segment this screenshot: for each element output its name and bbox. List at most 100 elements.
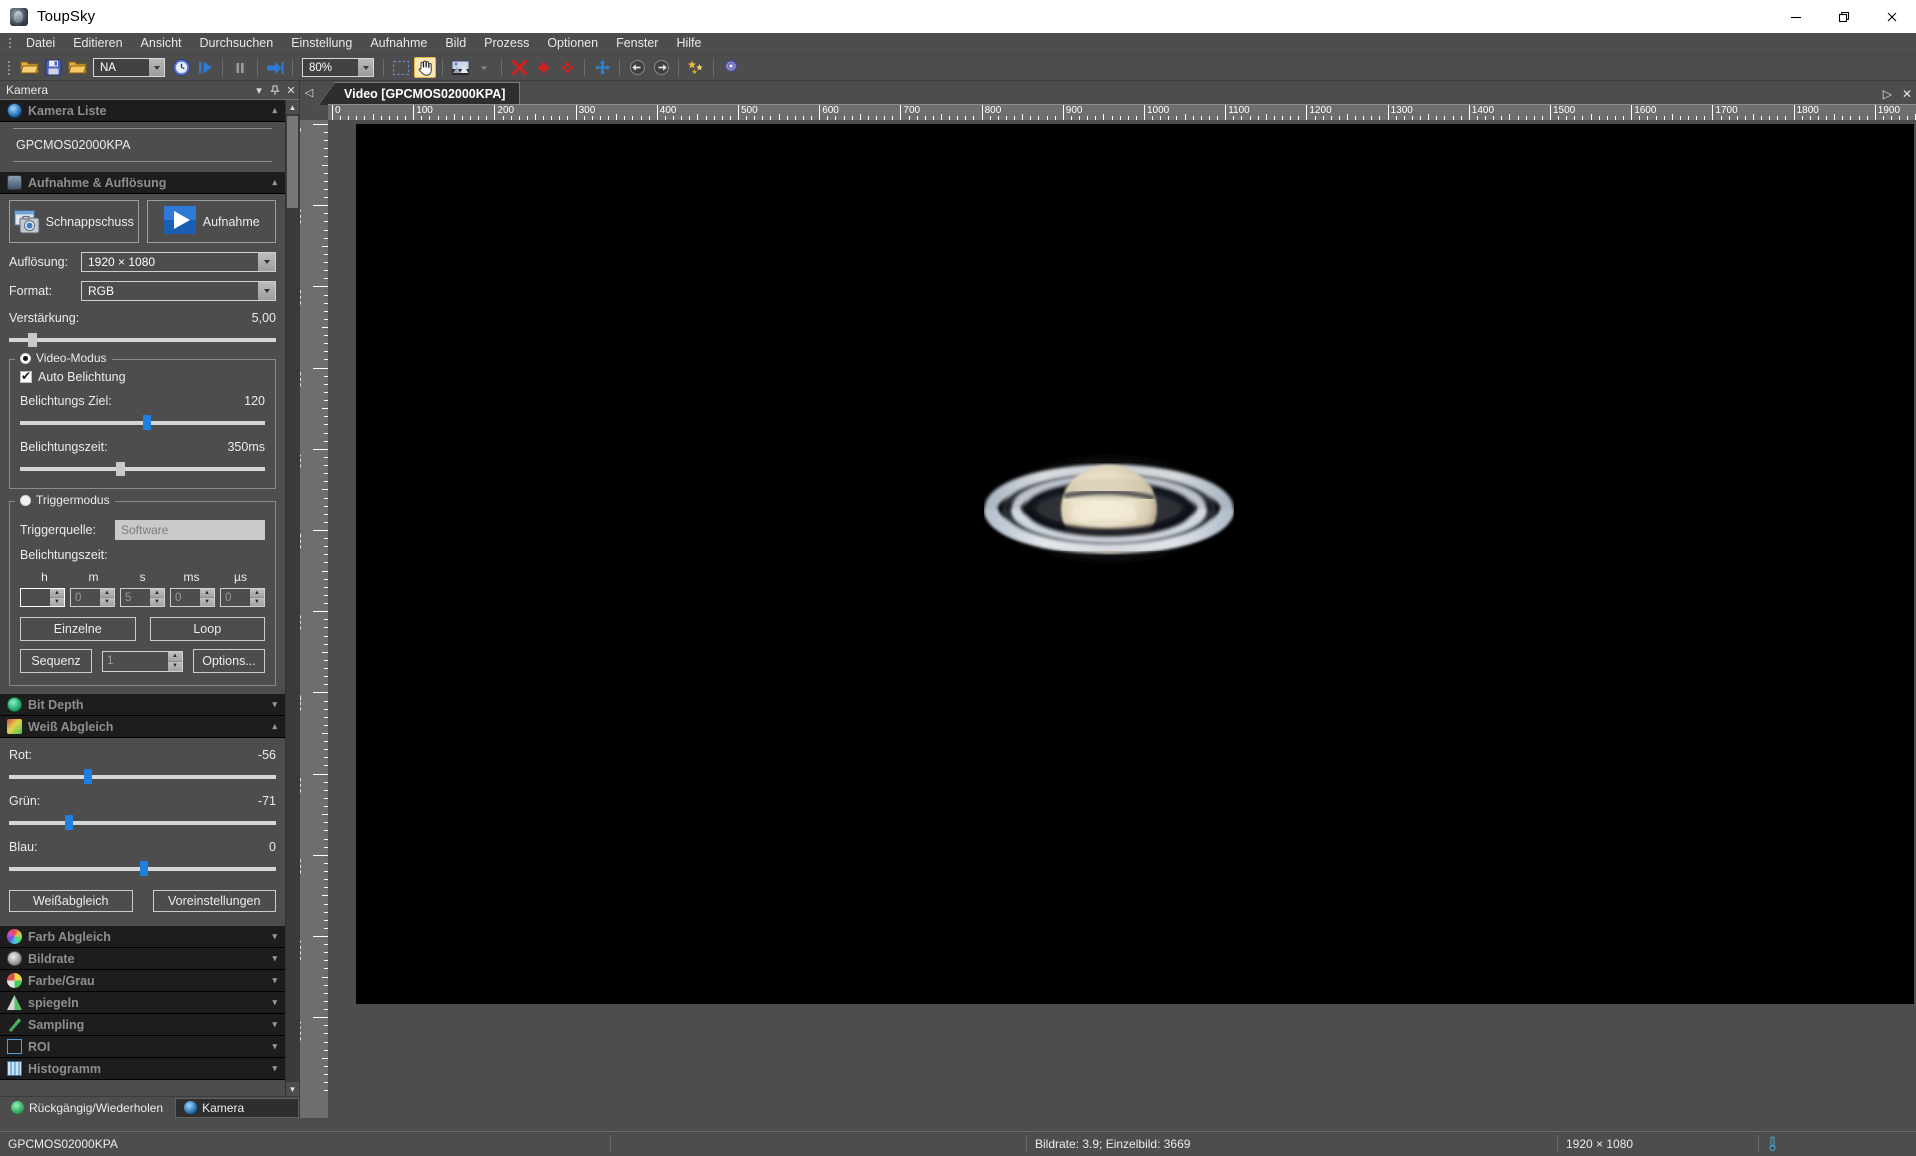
- group-header-white-balance[interactable]: Weiß Abgleich ▴: [0, 716, 285, 738]
- menu-ansicht[interactable]: Ansicht: [132, 33, 191, 54]
- rotate-right-icon[interactable]: [650, 57, 672, 78]
- chevron-down-icon[interactable]: ▾: [272, 699, 277, 710]
- chevron-up-icon[interactable]: ▴: [272, 177, 277, 188]
- scroll-up-button[interactable]: ▲: [286, 100, 299, 114]
- menu-einstellung[interactable]: Einstellung: [282, 33, 361, 54]
- group-header-histogramm[interactable]: Histogramm ▾: [0, 1058, 285, 1080]
- slider-knob[interactable]: [84, 769, 92, 784]
- auto-exposure-checkbox[interactable]: [20, 371, 32, 383]
- group-header-bildrate[interactable]: Bildrate ▾: [0, 948, 285, 970]
- dropdown-caret-icon[interactable]: [473, 57, 495, 78]
- spinner-hours[interactable]: ▲▼: [20, 588, 65, 607]
- options-button[interactable]: Options...: [193, 649, 265, 673]
- spinner-minutes[interactable]: 0 ▲▼: [70, 588, 115, 607]
- auto-exposure-row[interactable]: Auto Belichtung: [20, 370, 265, 384]
- group-header-spiegeln[interactable]: spiegeln ▾: [0, 992, 285, 1014]
- menu-editieren[interactable]: Editieren: [64, 33, 131, 54]
- video-mode-radio[interactable]: [20, 353, 31, 364]
- chevron-up-icon[interactable]: ▴: [272, 721, 277, 732]
- hand-pan-icon[interactable]: [414, 57, 436, 78]
- chevron-down-icon[interactable]: ▾: [251, 82, 267, 98]
- chevron-down-icon[interactable]: [149, 59, 164, 76]
- spinner-arrows[interactable]: ▲▼: [150, 589, 164, 606]
- slider-knob[interactable]: [116, 462, 125, 476]
- trigger-mode-radio[interactable]: [20, 495, 31, 506]
- slider-knob[interactable]: [65, 815, 73, 830]
- camera-select-combo[interactable]: NA: [93, 58, 165, 77]
- spinner-seconds[interactable]: 5 ▲▼: [120, 588, 165, 607]
- rotate-left-icon[interactable]: [626, 57, 648, 78]
- menu-fenster[interactable]: Fenster: [607, 33, 667, 54]
- menu-datei[interactable]: Datei: [17, 33, 64, 54]
- scrollbar-thumb[interactable]: [287, 116, 298, 208]
- camera-list-item[interactable]: GPCMOS02000KPA: [9, 133, 276, 157]
- loop-capture-button[interactable]: Loop: [150, 617, 266, 641]
- zoom-level-combo[interactable]: 80%: [302, 58, 374, 77]
- red-x-delete-icon[interactable]: [508, 57, 530, 78]
- blue-slider[interactable]: [9, 862, 276, 876]
- chevron-down-icon[interactable]: [258, 253, 275, 271]
- blue-move-arrows-icon[interactable]: [591, 57, 613, 78]
- format-select[interactable]: RGB: [81, 281, 276, 301]
- chevron-down-icon[interactable]: [358, 59, 373, 76]
- exposure-time-slider[interactable]: [20, 462, 265, 476]
- menu-prozess[interactable]: Prozess: [475, 33, 538, 54]
- spinner-microseconds[interactable]: 0 ▲▼: [220, 588, 265, 607]
- group-header-sampling[interactable]: Sampling ▾: [0, 1014, 285, 1036]
- blue-gear-icon[interactable]: [720, 57, 742, 78]
- dock-tab-undo-redo[interactable]: Rückgängig/Wiederholen: [3, 1098, 171, 1118]
- clock-icon[interactable]: [170, 57, 192, 78]
- scroll-down-button[interactable]: ▼: [286, 1082, 299, 1096]
- vertical-ruler[interactable]: 010020030040050060070080090010001100: [300, 120, 328, 1118]
- spinner-arrows[interactable]: ▲▼: [250, 589, 264, 606]
- spinner-arrows[interactable]: ▲▼: [200, 589, 214, 606]
- dock-vertical-scrollbar[interactable]: ▲ ▼: [285, 100, 299, 1096]
- video-mode-legend[interactable]: Video-Modus: [15, 351, 112, 365]
- defaults-button[interactable]: Voreinstellungen: [153, 890, 277, 912]
- pin-icon[interactable]: [267, 82, 283, 98]
- tab-list-icon[interactable]: ▷: [1883, 87, 1892, 101]
- browse-folder-icon[interactable]: [66, 57, 88, 78]
- group-header-bit-depth[interactable]: Bit Depth ▾: [0, 694, 285, 716]
- spinner-arrows[interactable]: ▲▼: [100, 589, 114, 606]
- chevron-down-icon[interactable]: [258, 282, 275, 300]
- slider-knob[interactable]: [143, 415, 151, 430]
- slider-knob[interactable]: [140, 861, 148, 876]
- skip-next-icon[interactable]: [264, 57, 286, 78]
- spinner-arrows[interactable]: ▲▼: [168, 652, 182, 671]
- play-start-icon[interactable]: [194, 57, 216, 78]
- chevron-down-icon[interactable]: ▾: [272, 1019, 277, 1030]
- single-capture-button[interactable]: Einzelne: [20, 617, 136, 641]
- video-viewport[interactable]: [356, 124, 1914, 1004]
- open-folder-icon[interactable]: [18, 57, 40, 78]
- close-icon[interactable]: ✕: [1902, 87, 1912, 101]
- gain-slider[interactable]: [9, 333, 276, 347]
- pause-icon[interactable]: [229, 57, 251, 78]
- chevron-down-icon[interactable]: ▾: [272, 953, 277, 964]
- trigger-mode-legend[interactable]: Triggermodus: [15, 493, 115, 507]
- maximize-icon[interactable]: [1820, 0, 1868, 33]
- group-header-camera-list[interactable]: Kamera Liste ▴: [0, 100, 285, 122]
- group-header-capture[interactable]: Aufnahme & Auflösung ▴: [0, 172, 285, 194]
- group-header-roi[interactable]: ROI ▾: [0, 1036, 285, 1058]
- chevron-down-icon[interactable]: ▾: [272, 1041, 277, 1052]
- chevron-down-icon[interactable]: ▾: [272, 975, 277, 986]
- close-icon[interactable]: [1868, 0, 1916, 33]
- save-disk-icon[interactable]: [42, 57, 64, 78]
- record-button[interactable]: Aufnahme: [147, 200, 277, 243]
- chevron-down-icon[interactable]: ▾: [272, 1063, 277, 1074]
- menu-bild[interactable]: Bild: [436, 33, 475, 54]
- red-diamond-outline-icon[interactable]: [556, 57, 578, 78]
- group-header-farbe-grau[interactable]: Farbe/Grau ▾: [0, 970, 285, 992]
- image-canvas[interactable]: [328, 120, 1916, 1118]
- dock-tab-kamera[interactable]: Kamera: [175, 1098, 299, 1118]
- prev-tab-icon[interactable]: ◁: [300, 86, 318, 104]
- menu-hilfe[interactable]: Hilfe: [667, 33, 710, 54]
- image-icon[interactable]: [449, 57, 471, 78]
- spinner-milliseconds[interactable]: 0 ▲▼: [170, 588, 215, 607]
- document-tab-video[interactable]: Video [GPCMOS02000KPA]: [334, 82, 520, 104]
- sequence-button[interactable]: Sequenz: [20, 649, 92, 673]
- sequence-count-spinner[interactable]: 1 ▲▼: [102, 651, 183, 672]
- green-slider[interactable]: [9, 816, 276, 830]
- red-slider[interactable]: [9, 770, 276, 784]
